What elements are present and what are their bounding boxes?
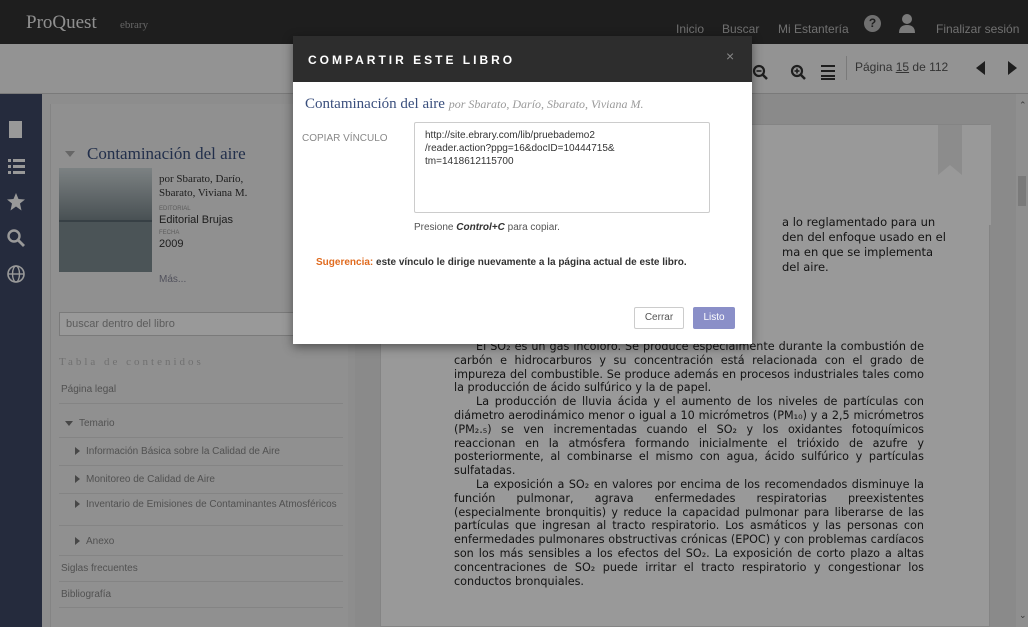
copy-link-label: COPIAR VÍNCULO <box>302 133 388 144</box>
dialog-title: COMPARTIR ESTE LIBRO <box>308 53 516 67</box>
share-book-dialog: COMPARTIR ESTE LIBRO × Contaminación del… <box>293 36 752 344</box>
dialog-book-author: por Sbarato, Darío, Sbarato, Viviana M. <box>448 97 644 111</box>
dialog-header: COMPARTIR ESTE LIBRO × <box>293 36 752 82</box>
link-field[interactable]: http://site.ebrary.com/lib/pruebademo2 /… <box>414 122 710 213</box>
dialog-book-title: Contaminación del aire por Sbarato, Darí… <box>305 96 644 112</box>
close-button[interactable]: Cerrar <box>634 307 684 329</box>
close-icon[interactable]: × <box>726 48 734 64</box>
copy-hint: Presione Control+C para copiar. <box>414 222 560 233</box>
done-button[interactable]: Listo <box>693 307 735 329</box>
tip-message: Sugerencia: este vínculo le dirige nueva… <box>316 257 687 268</box>
